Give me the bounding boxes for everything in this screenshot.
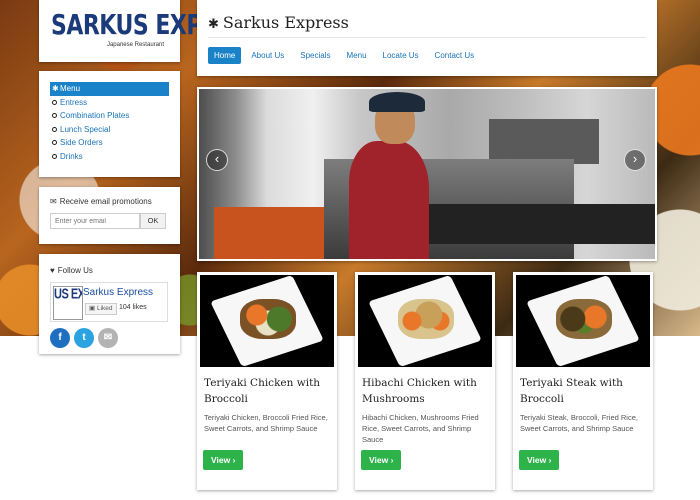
sidebar-menu: ✱ Menu Entress Combination Plates Lunch S… xyxy=(39,71,180,177)
slide-grill xyxy=(429,204,655,244)
card-description: Hibachi Chicken, Mushrooms Fried Rice, S… xyxy=(362,413,479,444)
slider-prev-button[interactable]: ‹ xyxy=(206,149,228,171)
liked-button[interactable]: ▣ Liked xyxy=(85,303,117,315)
slider-next-button[interactable]: › xyxy=(624,149,646,171)
view-button[interactable]: View › xyxy=(203,450,244,470)
facebook-icon[interactable]: f xyxy=(50,328,70,348)
nav-contact-us[interactable]: Contact Us xyxy=(429,47,481,64)
like-count: 104 likes xyxy=(119,304,147,311)
dish-image[interactable] xyxy=(200,275,334,367)
food xyxy=(240,299,296,339)
divider xyxy=(208,37,646,38)
circle-bullet-icon xyxy=(52,140,57,146)
sidebar-item-menu[interactable]: ✱ Menu xyxy=(50,82,169,96)
email-promotions-panel: ✉Receive email promotions OK xyxy=(39,187,180,244)
facebook-page-widget[interactable]: US EX Sarkus Express ▣ Liked 104 likes xyxy=(50,282,168,322)
sidebar-item-side-orders[interactable]: Side Orders xyxy=(50,136,169,150)
nav-about-us[interactable]: About Us xyxy=(245,47,290,64)
menu-card: Teriyaki Chicken with Broccoli Teriyaki … xyxy=(197,272,337,490)
card-description: Teriyaki Steak, Broccoli, Fried Rice, Sw… xyxy=(520,413,638,433)
food xyxy=(556,299,612,339)
menu-card: Hibachi Chicken with Mushrooms Hibachi C… xyxy=(355,272,495,490)
logo-panel[interactable]: SARKUS EXPRESS Japanese Restaurant xyxy=(39,0,263,62)
food xyxy=(398,299,454,339)
nav-locate-us[interactable]: Locate Us xyxy=(377,47,425,64)
facebook-page-name[interactable]: Sarkus Express xyxy=(83,287,153,298)
social-links: f t ✉ xyxy=(50,328,169,348)
sidebar-item-combination-plates[interactable]: Combination Plates xyxy=(50,109,169,123)
email-heading: ✉ Receive email promotions xyxy=(50,197,152,206)
nav-specials[interactable]: Specials xyxy=(294,47,336,64)
slide-hood xyxy=(489,119,599,164)
slide-chef-cap xyxy=(369,92,425,112)
main-nav: Home About Us Specials Menu Locate Us Co… xyxy=(208,47,484,64)
slide-image-kitchen-chef: ‹ › xyxy=(199,89,655,259)
menu-card: Teriyaki Steak with Broccoli Teriyaki St… xyxy=(513,272,653,490)
image-slider: ‹ › xyxy=(197,87,657,261)
dish-image[interactable] xyxy=(516,275,650,367)
card-title[interactable]: Teriyaki Steak with Broccoli xyxy=(516,367,650,407)
asterisk-icon: ✱ xyxy=(52,84,59,93)
page-title: ✱ Sarkus Express xyxy=(208,13,349,32)
sidebar-item-entress[interactable]: Entress xyxy=(50,96,169,110)
follow-heading: ♥ Follow Us xyxy=(50,266,93,275)
twitter-icon[interactable]: t xyxy=(74,328,94,348)
ok-button[interactable]: OK xyxy=(140,213,166,229)
card-description: Teriyaki Chicken, Broccoli Fried Rice, S… xyxy=(204,413,328,433)
facebook-page-thumbnail[interactable]: US EX xyxy=(53,286,83,320)
circle-bullet-icon xyxy=(52,99,57,105)
follow-us-panel: ♥ Follow Us US EX Sarkus Express ▣ Liked … xyxy=(39,254,180,354)
circle-bullet-icon xyxy=(52,153,57,159)
card-title[interactable]: Teriyaki Chicken with Broccoli xyxy=(200,367,334,407)
view-button[interactable]: View › xyxy=(519,450,560,470)
email-icon[interactable]: ✉ xyxy=(98,328,118,348)
sidebar-item-drinks[interactable]: Drinks xyxy=(50,150,169,164)
view-button[interactable]: View › xyxy=(361,450,402,470)
heart-icon: ♥ xyxy=(50,266,55,275)
asterisk-icon: ✱ xyxy=(208,17,219,32)
nav-home[interactable]: Home xyxy=(208,47,242,64)
envelope-icon: ✉ xyxy=(50,197,57,206)
circle-bullet-icon xyxy=(52,126,57,132)
sidebar-item-lunch-special[interactable]: Lunch Special xyxy=(50,123,169,137)
nav-menu[interactable]: Menu xyxy=(341,47,373,64)
card-title[interactable]: Hibachi Chicken with Mushrooms xyxy=(358,367,492,407)
site-header: ✱ Sarkus Express Home About Us Specials M… xyxy=(197,0,657,76)
email-field[interactable] xyxy=(50,213,140,229)
logo-subtitle: Japanese Restaurant xyxy=(106,42,164,48)
dish-image[interactable] xyxy=(358,275,492,367)
thumbs-up-icon: ▣ xyxy=(89,305,97,312)
logo[interactable]: SARKUS EXPRESS xyxy=(51,10,263,41)
slide-chef-shirt xyxy=(349,141,429,259)
circle-bullet-icon xyxy=(52,113,57,119)
